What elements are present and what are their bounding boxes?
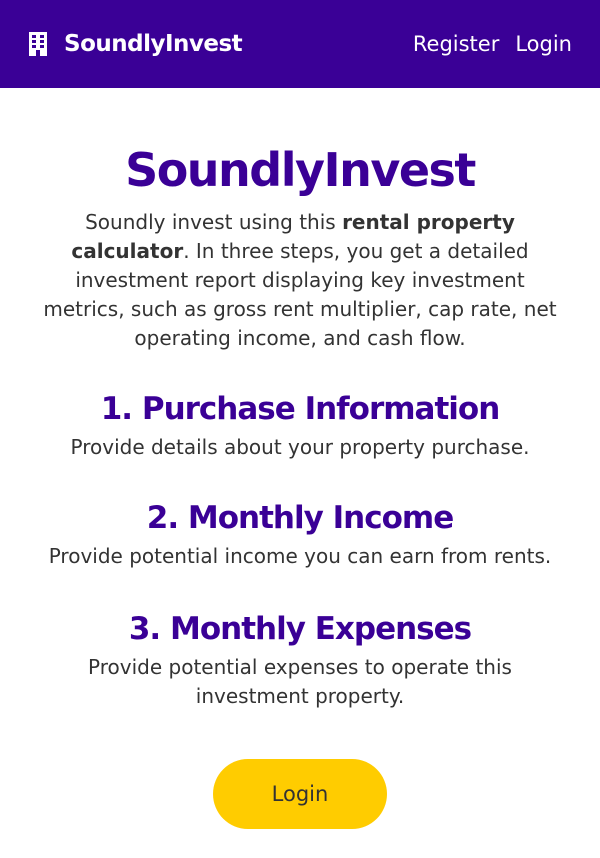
brand-link[interactable]: SoundlyInvest xyxy=(28,31,243,57)
step-purchase-information: 1. Purchase Information Provide details … xyxy=(36,389,564,462)
step-monthly-expenses: 3. Monthly Expenses Provide potential ex… xyxy=(36,609,564,711)
intro-text: Soundly invest using this rental propert… xyxy=(36,208,564,353)
nav-links: Register Login xyxy=(397,32,572,56)
step-description: Provide potential income you can earn fr… xyxy=(48,544,552,568)
step-title: 3. Monthly Expenses xyxy=(128,611,472,647)
register-link[interactable]: Register xyxy=(413,32,499,56)
intro-text-before: Soundly invest using this xyxy=(85,210,343,234)
step-description: Provide details about your property purc… xyxy=(70,435,530,459)
navbar: SoundlyInvest Register Login xyxy=(0,0,600,88)
building-icon xyxy=(28,32,48,56)
step-description: Provide potential expenses to operate th… xyxy=(88,655,512,708)
step-monthly-income: 2. Monthly Income Provide potential inco… xyxy=(36,498,564,571)
login-link[interactable]: Login xyxy=(515,32,572,56)
page-title: SoundlyInvest xyxy=(125,143,476,197)
brand-name: SoundlyInvest xyxy=(64,31,243,57)
step-title: 1. Purchase Information xyxy=(100,391,501,427)
main-content: SoundlyInvest Soundly invest using this … xyxy=(0,140,600,829)
login-button[interactable]: Login xyxy=(213,759,387,829)
step-title: 2. Monthly Income xyxy=(146,500,454,536)
cta-container: Login xyxy=(36,759,564,829)
